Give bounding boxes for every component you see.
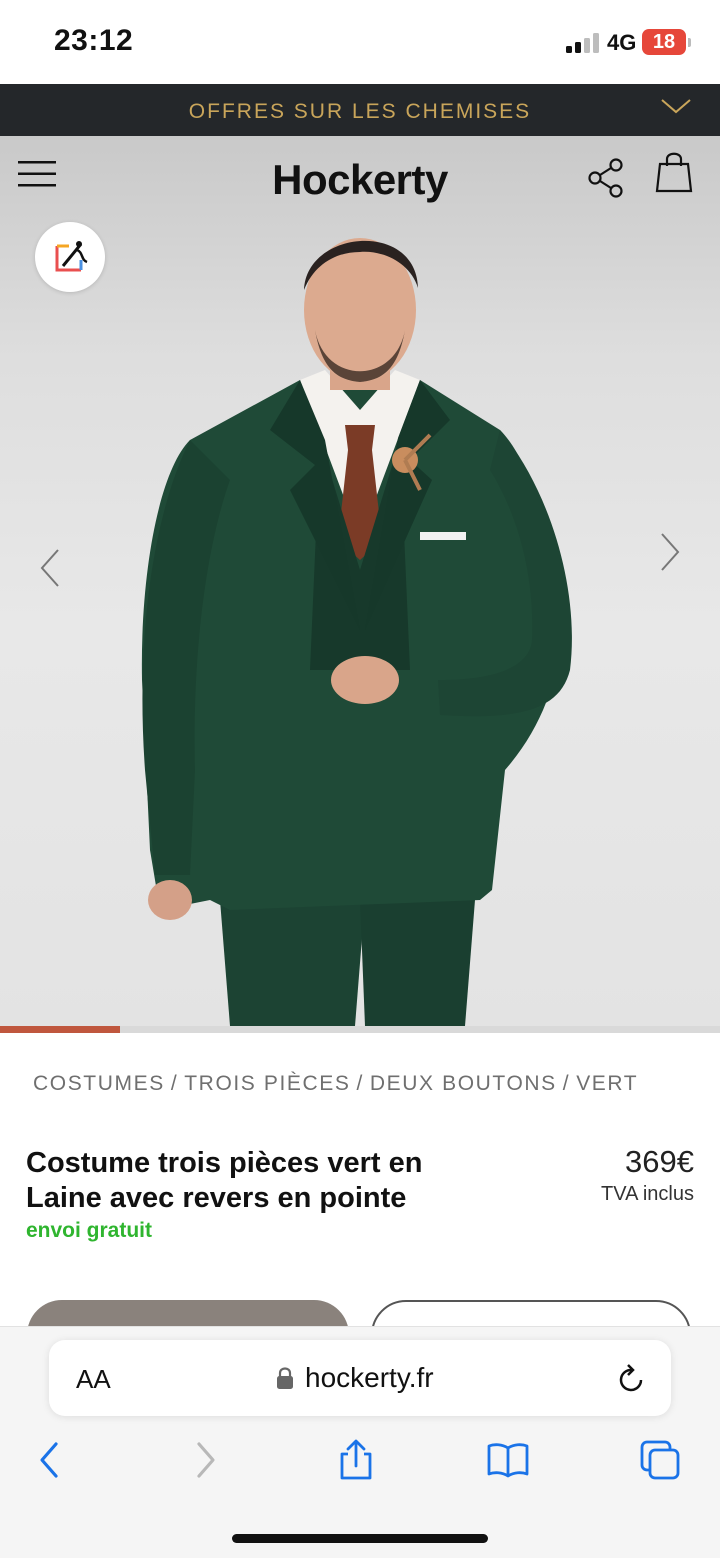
breadcrumb-separator: /: [356, 1072, 364, 1095]
bookmarks-icon[interactable]: [486, 1438, 530, 1482]
gallery-progress-fill: [0, 1026, 121, 1033]
promo-text: OFFRES SUR LES CHEMISES: [188, 100, 532, 123]
reload-icon[interactable]: [617, 1362, 647, 1394]
model-illustration: [141, 238, 572, 1026]
breadcrumb: COSTUMES / TROIS PIÈCES / DEUX BOUTONS / VERT: [33, 1072, 638, 1096]
product-title: Costume trois pièces vert en Laine avec …: [26, 1147, 423, 1214]
breadcrumb-item[interactable]: VERT: [576, 1072, 638, 1095]
reader-settings-button[interactable]: AA: [76, 1364, 111, 1395]
customize-button[interactable]: [35, 222, 105, 292]
breadcrumb-item[interactable]: DEUX BOUTONS: [370, 1072, 557, 1095]
share-icon[interactable]: [586, 157, 626, 199]
status-time: 23:12: [54, 24, 134, 57]
chevron-right-icon[interactable]: [654, 532, 684, 572]
shopping-bag-icon[interactable]: [654, 150, 694, 194]
breadcrumb-separator: /: [562, 1072, 571, 1095]
editor-icon: [55, 241, 88, 272]
battery-indicator: 18: [642, 29, 686, 55]
shipping-note: envoi gratuit: [26, 1219, 153, 1242]
vat-note: TVA inclus: [601, 1183, 694, 1205]
battery-cap: [688, 38, 691, 47]
lock-icon: [277, 1367, 293, 1389]
network-label: 4G: [607, 30, 637, 55]
product-price: 369€: [625, 1144, 694, 1179]
url-text[interactable]: hockerty.fr: [305, 1362, 434, 1394]
breadcrumb-item[interactable]: TROIS PIÈCES: [184, 1072, 350, 1095]
chevron-down-icon[interactable]: [660, 96, 692, 116]
tabs-icon[interactable]: [638, 1438, 682, 1482]
breadcrumb-item[interactable]: COSTUMES: [33, 1072, 165, 1095]
home-indicator: [232, 1534, 488, 1543]
forward-icon[interactable]: [183, 1438, 227, 1482]
share-up-icon[interactable]: [334, 1438, 378, 1482]
breadcrumb-separator: /: [170, 1072, 179, 1095]
back-icon[interactable]: [28, 1438, 72, 1482]
chevron-left-icon[interactable]: [36, 548, 66, 588]
signal-icon: [566, 33, 599, 53]
